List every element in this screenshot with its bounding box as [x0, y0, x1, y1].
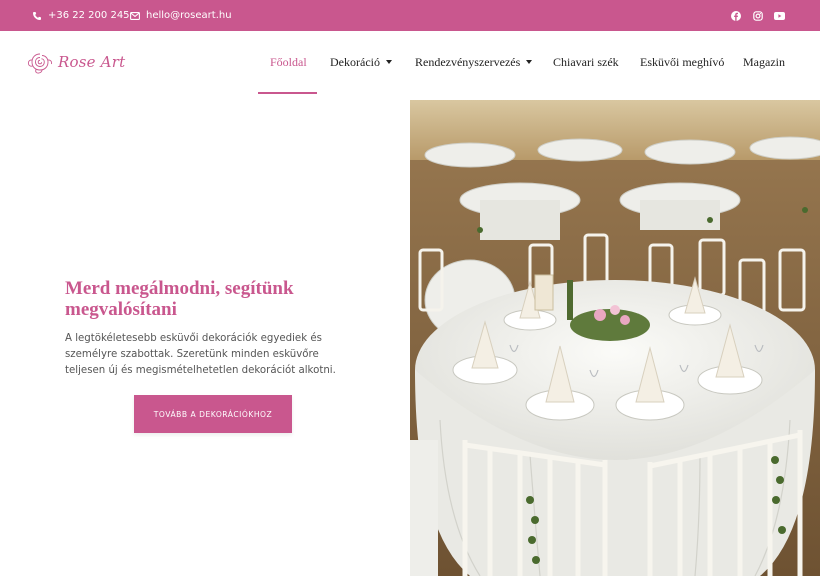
caret-down-icon	[526, 60, 533, 64]
hero-description: A legtökéletesebb esküvői dekorációk egy…	[65, 333, 336, 377]
decorations-cta-button[interactable]: TOVÁBB A DEKORÁCIÓKHOZ	[134, 395, 292, 433]
youtube-icon[interactable]	[774, 10, 785, 21]
email-contact[interactable]: hello@roseart.hu	[130, 0, 232, 31]
banquet-hall-illustration	[410, 100, 820, 576]
phone-icon	[33, 11, 41, 20]
logo-text: Rose Art	[58, 53, 126, 71]
instagram-icon[interactable]	[752, 10, 763, 21]
caret-down-icon	[385, 60, 392, 64]
top-contact-bar: +36 22 200 245 hello@roseart.hu	[0, 0, 820, 31]
active-nav-underline	[258, 92, 317, 94]
nav-item-dekoracio[interactable]: Dekoráció	[330, 31, 392, 93]
phone-number: +36 22 200 245	[48, 10, 130, 21]
nav-label: Főoldal	[270, 54, 307, 69]
email-address: hello@roseart.hu	[146, 10, 232, 21]
nav-item-eskuvoi-meghivo[interactable]: Esküvői meghívó	[640, 31, 724, 93]
nav-label: Esküvői meghívó	[640, 54, 725, 69]
nav-item-chiavari-szek[interactable]: Chiavari szék	[553, 31, 619, 93]
envelope-icon	[130, 11, 140, 20]
nav-label: Magazin	[743, 54, 785, 69]
site-logo[interactable]: Rose Art	[26, 48, 125, 76]
nav-label: Rendezvényszervezés	[415, 54, 521, 69]
nav-label: Chiavari szék	[553, 54, 619, 69]
nav-item-magazin[interactable]: Magazin	[743, 31, 785, 93]
hero-title: Merd megálmodni, segítünk megvalósítani	[65, 278, 294, 320]
banquet-hall-photo	[410, 100, 820, 576]
facebook-icon[interactable]	[730, 10, 741, 21]
rose-logo-icon	[27, 53, 53, 74]
nav-item-fooldal[interactable]: Főoldal	[270, 31, 307, 93]
nav-label: Dekoráció	[330, 54, 380, 69]
site-header: Rose Art Főoldal Dekoráció Rendezvénysze…	[0, 31, 820, 95]
phone-contact[interactable]: +36 22 200 245	[32, 0, 130, 31]
nav-item-rendezvenyszervezes[interactable]: Rendezvényszervezés	[415, 31, 533, 93]
social-links	[730, 0, 785, 31]
